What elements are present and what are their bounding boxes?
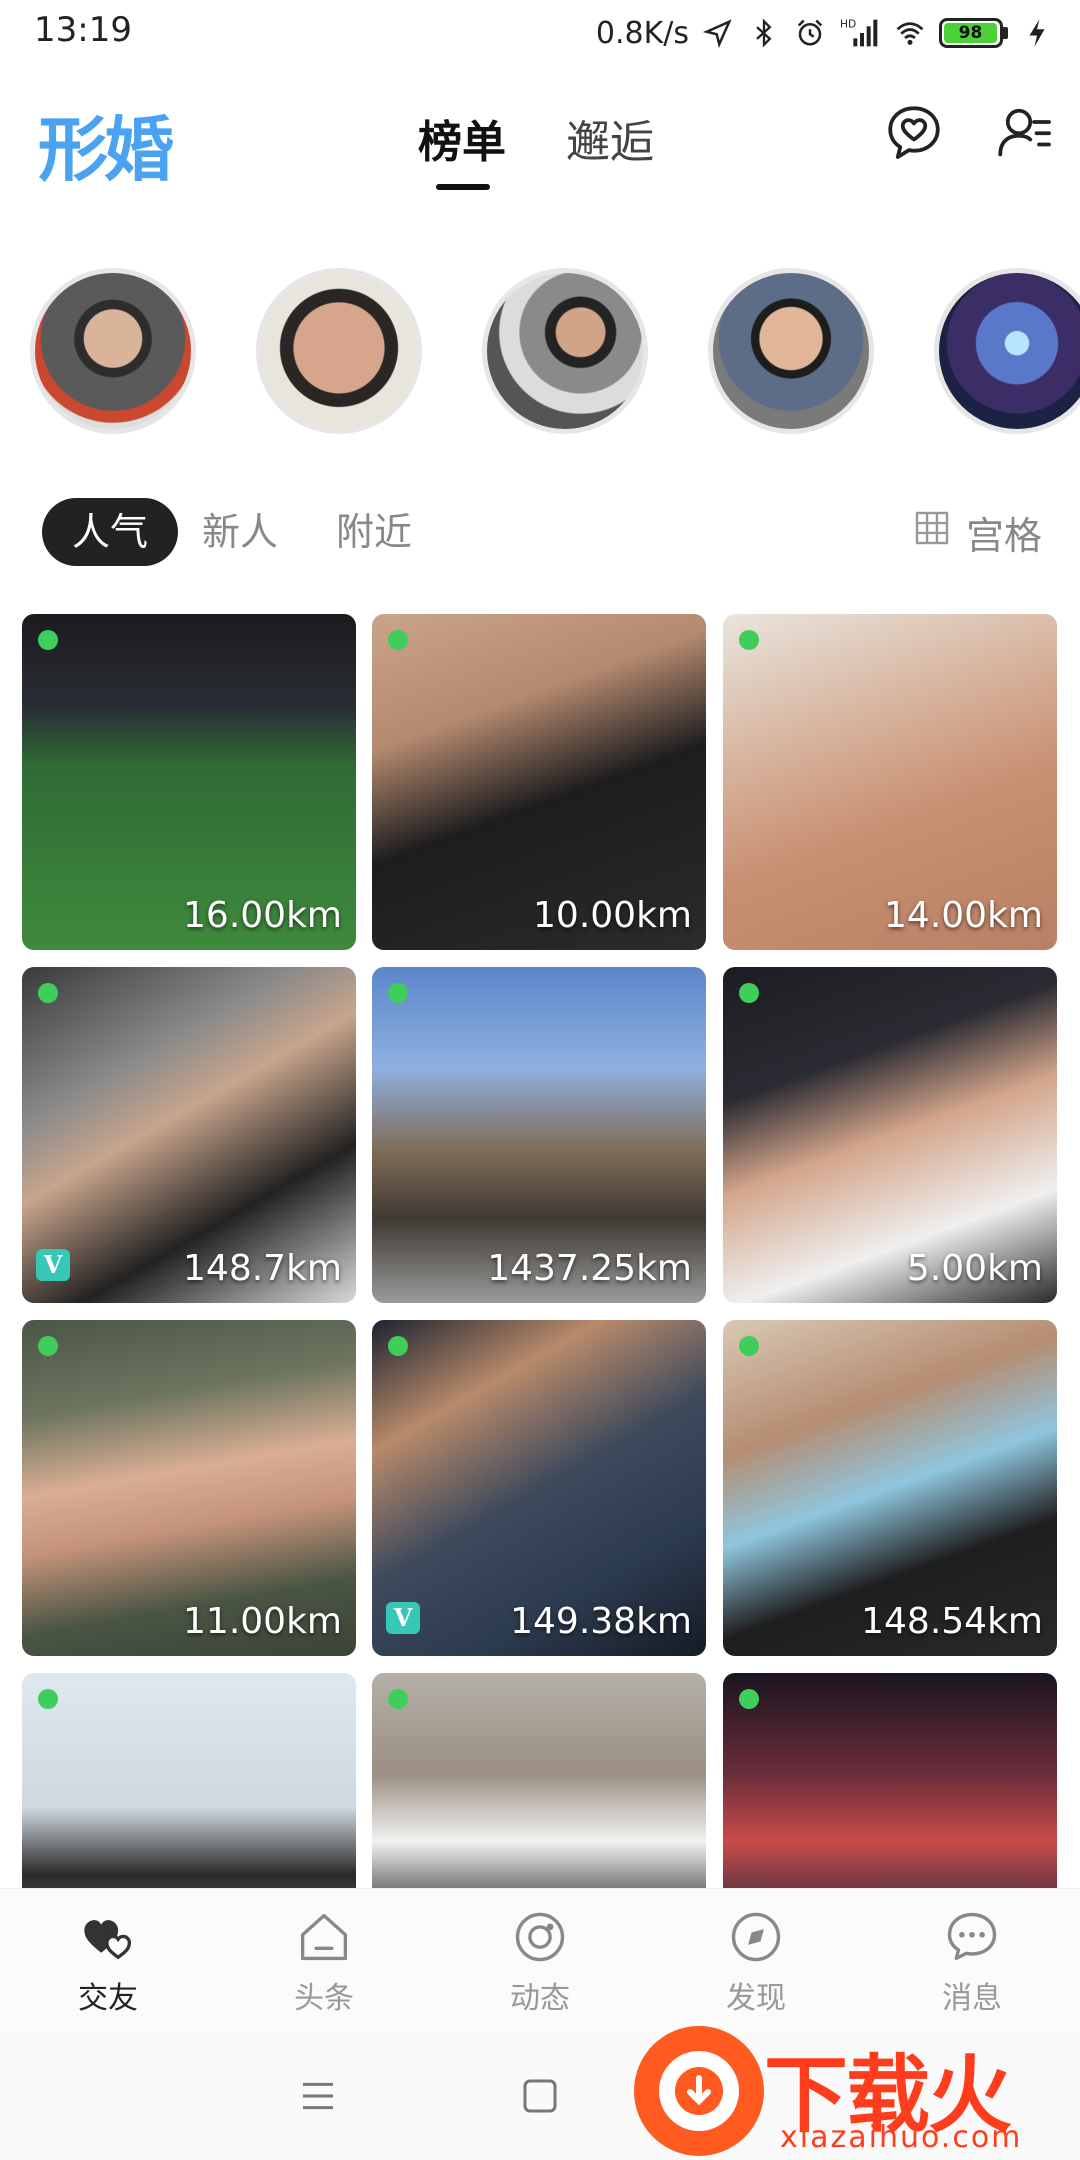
nav-friends[interactable]: 交友: [0, 1889, 216, 2030]
user-card[interactable]: 10.00km: [372, 614, 706, 950]
online-indicator: [38, 1336, 58, 1356]
card-distance: 10.00km: [533, 895, 692, 936]
app-screen: 13:19 0.8K/s HD 98 形婚 榜单 邂逅 人气 新人 附近 宫格 …: [0, 0, 1080, 2160]
user-photo-grid: 16.00km 10.00km 14.00km V 148.7km 1437.2…: [22, 614, 1058, 1888]
online-indicator: [38, 630, 58, 650]
card-distance: 148.54km: [861, 1601, 1043, 1642]
location-arrow-icon: [701, 16, 735, 50]
online-indicator: [739, 1689, 759, 1709]
card-distance: 148.7km: [183, 1248, 342, 1289]
battery-icon: 98: [939, 18, 1008, 48]
card-distance: 149.38km: [510, 1601, 692, 1642]
filter-new[interactable]: 新人: [202, 498, 278, 566]
online-indicator: [388, 1689, 408, 1709]
user-card[interactable]: V 148.7km: [22, 967, 356, 1303]
bluetooth-icon: [747, 16, 781, 50]
online-indicator: [38, 1689, 58, 1709]
status-bar: 13:19 0.8K/s HD 98: [0, 0, 1080, 66]
view-toggle[interactable]: 宫格: [914, 498, 1042, 566]
signal-icon: HD: [839, 16, 881, 50]
home-square-icon[interactable]: [512, 2068, 568, 2124]
alarm-icon: [793, 16, 827, 50]
online-indicator: [388, 1336, 408, 1356]
nav-messages-label: 消息: [942, 1981, 1002, 2016]
network-type-label: HD: [840, 18, 856, 31]
user-card[interactable]: [372, 1673, 706, 1888]
grid-icon: [914, 510, 950, 555]
story-avatar-4[interactable]: [708, 268, 874, 434]
menu-icon[interactable]: [290, 2068, 346, 2124]
charging-bolt-icon: [1020, 16, 1054, 50]
user-card[interactable]: V 149.38km: [372, 1320, 706, 1656]
user-list-icon[interactable]: [994, 102, 1054, 162]
story-avatars-row: [30, 268, 1080, 438]
nav-headlines[interactable]: 头条: [216, 1889, 432, 2030]
home-icon: [296, 1909, 352, 1965]
heart-chat-icon[interactable]: [884, 102, 944, 162]
user-card[interactable]: [22, 1673, 356, 1888]
online-indicator: [388, 983, 408, 1003]
nav-discover-label: 发现: [726, 1981, 786, 2016]
download-flame-icon: [634, 2026, 764, 2156]
card-distance: 5.00km: [906, 1248, 1043, 1289]
nav-discover[interactable]: 发现: [648, 1889, 864, 2030]
user-card[interactable]: 1437.25km: [372, 967, 706, 1303]
card-distance: 14.00km: [884, 895, 1043, 936]
app-header: 形婚 榜单 邂逅: [0, 80, 1080, 210]
nav-headlines-label: 头条: [294, 1981, 354, 2016]
user-card[interactable]: 14.00km: [723, 614, 1057, 950]
verified-badge: V: [386, 1602, 420, 1634]
card-distance: 1437.25km: [487, 1248, 692, 1289]
user-card[interactable]: [723, 1673, 1057, 1888]
filter-popular[interactable]: 人气: [42, 498, 179, 566]
app-logo: 形婚: [38, 109, 174, 191]
card-distance: 16.00km: [183, 895, 342, 936]
watermark-logo: 下载火 xiazaihuo.com: [634, 2020, 1074, 2160]
message-icon: [944, 1909, 1000, 1965]
wifi-icon: [893, 16, 927, 50]
tab-encounter[interactable]: 邂逅: [566, 106, 654, 190]
online-indicator: [38, 983, 58, 1003]
watermark-url: xiazaihuo.com: [780, 2120, 1023, 2155]
nav-messages[interactable]: 消息: [864, 1889, 1080, 2030]
online-indicator: [739, 983, 759, 1003]
user-card[interactable]: 16.00km: [22, 614, 356, 950]
filter-nearby[interactable]: 附近: [336, 498, 412, 566]
bottom-nav: 交友 头条 动态 发现 消息: [0, 1888, 1080, 2030]
moments-icon: [512, 1909, 568, 1965]
online-indicator: [739, 1336, 759, 1356]
nav-moments[interactable]: 动态: [432, 1889, 648, 2030]
battery-level: 98: [944, 23, 997, 43]
card-distance: 11.00km: [183, 1601, 342, 1642]
tab-ranking[interactable]: 榜单: [418, 106, 506, 190]
top-tabs: 榜单 邂逅: [418, 106, 654, 190]
view-toggle-label: 宫格: [965, 513, 1042, 558]
nav-moments-label: 动态: [510, 1981, 570, 2016]
story-avatar-5[interactable]: [934, 268, 1080, 434]
filter-row: 人气 新人 附近 宫格: [42, 498, 1042, 568]
user-card[interactable]: 148.54km: [723, 1320, 1057, 1656]
status-icons: 0.8K/s HD 98: [596, 10, 1054, 56]
network-speed: 0.8K/s: [595, 15, 689, 51]
user-card[interactable]: 11.00km: [22, 1320, 356, 1656]
verified-badge: V: [36, 1249, 70, 1281]
discover-icon: [728, 1909, 784, 1965]
story-avatar-3[interactable]: [482, 268, 648, 434]
hearts-icon: [80, 1909, 136, 1965]
status-time: 13:19: [34, 10, 132, 50]
online-indicator: [739, 630, 759, 650]
user-card[interactable]: 5.00km: [723, 967, 1057, 1303]
story-avatar-2[interactable]: [256, 268, 422, 434]
online-indicator: [388, 630, 408, 650]
nav-friends-label: 交友: [78, 1981, 138, 2016]
story-avatar-1[interactable]: [30, 268, 196, 434]
